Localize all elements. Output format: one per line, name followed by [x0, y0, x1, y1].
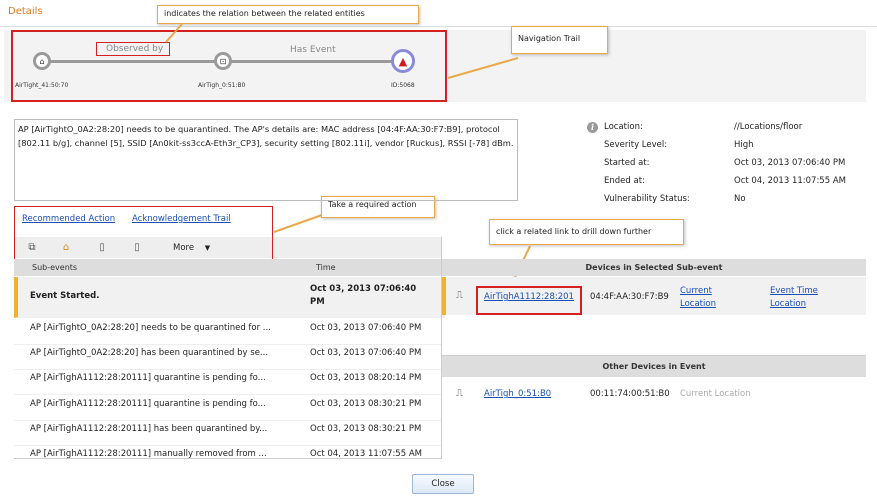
document-edit-icon[interactable]: ▯	[131, 242, 143, 254]
close-button[interactable]: Close	[412, 474, 474, 494]
other-devices-title: Other Devices in Event	[602, 362, 706, 371]
subevent-text: AP [AirTighA1112:28:20111] quarantine is…	[30, 373, 266, 383]
home-icon[interactable]: ⌂	[60, 242, 72, 254]
devices-selected-header: Devices in Selected Sub-event	[442, 259, 866, 276]
column-header-time[interactable]: Time	[316, 263, 336, 272]
subevent-time: Oct 03, 2013 08:30:21 PM	[310, 424, 422, 434]
table-row[interactable]: AP [AirTightO_0A2:28:20] needs to be qua…	[14, 320, 441, 345]
router-icon[interactable]: ⊡	[214, 52, 232, 70]
detail-label: Severity Level:	[604, 140, 668, 150]
current-location-disabled: Current Location	[680, 389, 751, 399]
router-icon: ⎍	[456, 388, 463, 399]
alert-triangle-icon[interactable]: ▲	[391, 49, 415, 73]
more-menu[interactable]: More ▼	[173, 243, 210, 253]
detail-value: No	[734, 194, 746, 204]
subevent-text: AP [AirTighA1112:28:20111] quarantine is…	[30, 399, 266, 409]
trail-node-label: ID:5068	[391, 82, 415, 89]
table-row[interactable]: AP [AirTighA1112:28:20111] quarantine is…	[14, 370, 441, 395]
acknowledgement-trail-link[interactable]: Acknowledgement Trail	[132, 214, 231, 224]
subevent-time: Oct 04, 2013 11:07:55 AM	[310, 449, 422, 459]
info-icon: i	[587, 122, 598, 133]
subevent-time: Oct 03, 2013 07:06:40 PM	[310, 348, 422, 358]
event-description: AP [AirTightO_0A2:28:20] needs to be qua…	[14, 119, 518, 201]
relation-has-event: Has Event	[290, 45, 336, 55]
device-link[interactable]: AirTigh_0:51:B0	[484, 389, 551, 399]
subevent-text: AP [AirTightO_0A2:28:20] has been quaran…	[30, 348, 269, 358]
column-header-subevents[interactable]: Sub-events	[32, 263, 77, 272]
dialog-title: Details	[8, 6, 43, 17]
dialog-header: Details	[0, 0, 877, 27]
table-row[interactable]: AP [AirTightO_0A2:28:20] has been quaran…	[14, 345, 441, 370]
transfer-icon[interactable]: ⧉	[26, 242, 38, 254]
table-row[interactable]: Event Started. Oct 03, 2013 07:06:40 PM	[14, 277, 445, 318]
subevent-time: Oct 03, 2013 08:20:14 PM	[310, 373, 422, 383]
detail-label: Ended at:	[604, 176, 645, 186]
subevent-time: Oct 03, 2013 08:30:21 PM	[310, 399, 422, 409]
trail-node-label: AirTigh_0:51:B0	[198, 82, 246, 89]
device-link[interactable]: AirTighA1112:28:201	[484, 292, 574, 302]
table-row[interactable]: AP [AirTighA1112:28:20111] manually remo…	[14, 447, 441, 459]
relation-observed-by: Observed by	[96, 42, 171, 56]
access-point-icon[interactable]: ⌂	[33, 52, 51, 70]
subevent-text: Event Started.	[30, 291, 100, 301]
chevron-down-icon: ▼	[204, 244, 211, 252]
recommended-action-link[interactable]: Recommended Action	[22, 214, 115, 224]
callout-drill-down: click a related link to drill down furth…	[489, 219, 684, 245]
subevent-text: AP [AirTighA1112:28:20111] manually remo…	[30, 449, 267, 459]
subevent-text: AP [AirTighA1112:28:20111] has been quar…	[30, 424, 268, 434]
current-location-link[interactable]: Current Location	[680, 285, 742, 311]
detail-label: Location:	[604, 122, 643, 132]
subevent-text: AP [AirTightO_0A2:28:20] needs to be qua…	[30, 323, 271, 333]
table-row[interactable]: AP [AirTighA1112:28:20111] has been quar…	[14, 421, 441, 446]
callout-navigation-trail: Navigation Trail	[511, 26, 608, 54]
callout-relation: indicates the relation between the relat…	[157, 5, 419, 24]
detail-value: //Locations/floor	[734, 122, 803, 132]
document-delete-icon[interactable]: ▯	[96, 242, 108, 254]
subevent-time: Oct 03, 2013 07:06:40 PM	[310, 284, 417, 307]
detail-label: Vulnerability Status:	[604, 194, 690, 204]
subevents-header: Sub-events Time	[14, 259, 441, 276]
detail-label: Started at:	[604, 158, 650, 168]
detail-value: Oct 04, 2013 11:07:55 AM	[734, 176, 846, 186]
detail-value: High	[734, 140, 754, 150]
devices-selected-title: Devices in Selected Sub-event	[585, 263, 723, 272]
trail-node-label: AirTight_41:50:70	[15, 82, 69, 89]
table-row[interactable]: AP [AirTighA1112:28:20111] quarantine is…	[14, 396, 441, 421]
device-mac: 04:4F:AA:30:F7:B9	[590, 292, 669, 302]
more-label: More	[173, 243, 195, 253]
detail-value: Oct 03, 2013 07:06:40 PM	[734, 158, 846, 168]
access-point-icon: ⎍	[456, 290, 463, 301]
other-devices-header: Other Devices in Event	[442, 355, 866, 377]
subevent-time: Oct 03, 2013 07:06:40 PM	[310, 323, 422, 333]
device-mac: 00:11:74:00:51:B0	[590, 389, 670, 399]
event-time-location-link[interactable]: Event Time Location	[770, 285, 832, 311]
